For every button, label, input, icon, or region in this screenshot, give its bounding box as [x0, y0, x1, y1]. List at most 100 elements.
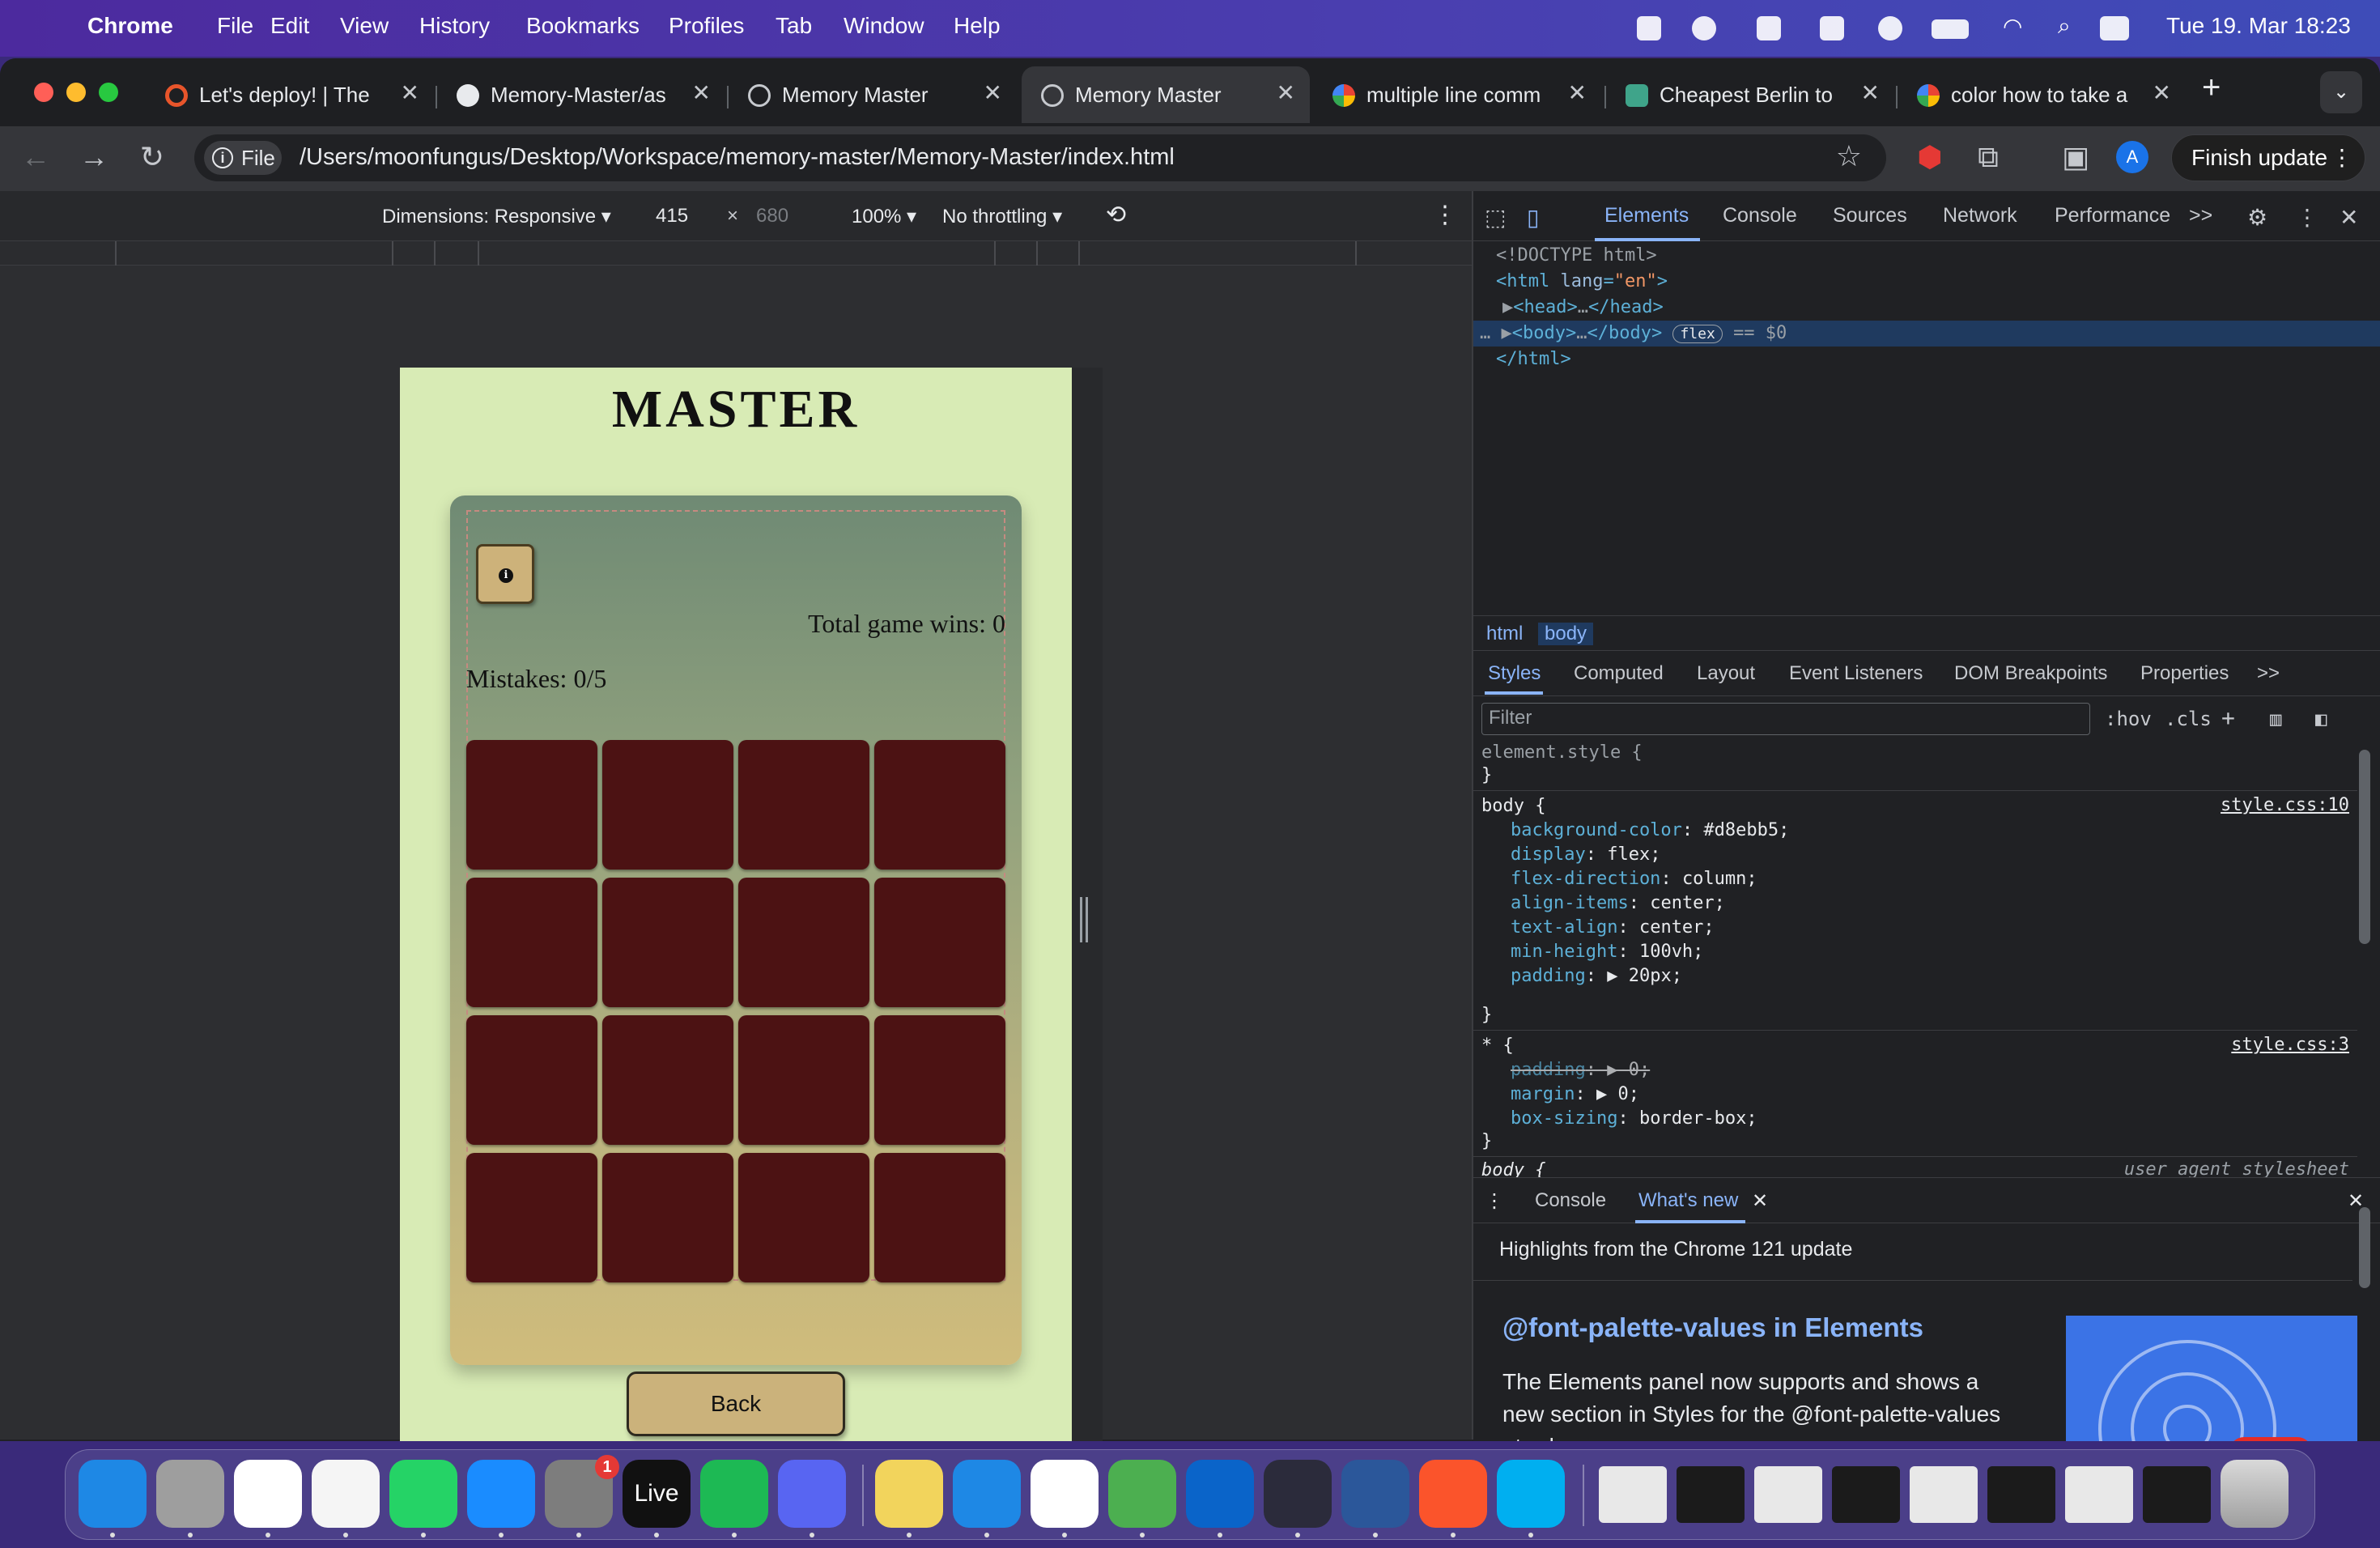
- close-devtools-icon[interactable]: ✕: [2340, 204, 2358, 231]
- feature-video-thumbnail[interactable]: [2066, 1316, 2357, 1441]
- tab-4[interactable]: multiple line comm ✕: [1313, 66, 1601, 123]
- forward-arrow-icon[interactable]: →: [74, 138, 113, 176]
- device-options-icon[interactable]: ⋮: [1433, 201, 1457, 229]
- expand-triangle-icon[interactable]: ▶: [1502, 297, 1513, 317]
- info-button[interactable]: i: [476, 544, 534, 604]
- css-declaration[interactable]: padding: ▶ 0;: [1511, 1059, 1650, 1082]
- close-window-button[interactable]: [34, 83, 53, 102]
- menu-help[interactable]: Help: [954, 13, 1001, 39]
- memory-card[interactable]: [738, 1153, 869, 1282]
- throttling-dropdown[interactable]: No throttling ▾: [942, 205, 1062, 228]
- memory-card[interactable]: [602, 1153, 733, 1282]
- css-property-name[interactable]: flex-direction: [1511, 869, 1660, 889]
- app-status-icon[interactable]: [1757, 16, 1781, 40]
- star-rule-source-link[interactable]: style.css:3: [2231, 1035, 2349, 1055]
- hov-toggle[interactable]: :hov: [2105, 708, 2152, 730]
- search-icon[interactable]: ⌕: [2058, 13, 2071, 40]
- slack-icon[interactable]: [1031, 1460, 1099, 1528]
- minimized-window-thumbnail[interactable]: [2143, 1466, 2211, 1523]
- menu-edit[interactable]: Edit: [270, 13, 309, 39]
- width-input[interactable]: 415: [656, 205, 688, 228]
- zoom-dropdown[interactable]: 100% ▾: [852, 205, 916, 228]
- spotify-icon[interactable]: [700, 1460, 768, 1528]
- css-property-value[interactable]: ▶ 20px;: [1607, 966, 1682, 986]
- paint-brush-icon[interactable]: ▥: [2270, 708, 2281, 730]
- trash-icon[interactable]: [2221, 1460, 2289, 1528]
- outlook-status-icon[interactable]: [1820, 16, 1844, 40]
- word-icon[interactable]: [1341, 1460, 1409, 1528]
- css-property-name[interactable]: text-align: [1511, 917, 1617, 938]
- tab-sources[interactable]: Sources: [1833, 204, 1907, 228]
- more-subtabs-icon[interactable]: >>: [2257, 662, 2280, 685]
- memory-card[interactable]: [466, 1153, 597, 1282]
- tab-network[interactable]: Network: [1943, 204, 2017, 228]
- memory-card[interactable]: [602, 878, 733, 1007]
- css-declaration[interactable]: padding: ▶ 20px;: [1511, 965, 1682, 988]
- memory-card[interactable]: [466, 740, 597, 870]
- battery-icon[interactable]: [1932, 19, 1969, 39]
- extensions-puzzle-icon[interactable]: ⧉: [1969, 138, 2008, 176]
- subtab-computed[interactable]: Computed: [1574, 662, 1664, 685]
- dom-body-selected[interactable]: … ▶<body>…</body> flex == $0: [1473, 321, 2380, 347]
- menu-history[interactable]: History: [419, 13, 490, 39]
- minimized-window-thumbnail[interactable]: [1832, 1466, 1900, 1523]
- height-input[interactable]: 680: [756, 205, 788, 228]
- close-tab-icon[interactable]: ✕: [692, 79, 711, 106]
- notes-icon[interactable]: [312, 1460, 380, 1528]
- menu-window[interactable]: Window: [844, 13, 924, 39]
- memory-card[interactable]: [874, 878, 1005, 1007]
- memory-card[interactable]: [738, 1015, 869, 1145]
- tab-6[interactable]: color how to take a ✕: [1898, 66, 2186, 123]
- control-center-icon[interactable]: [2100, 16, 2129, 40]
- device-toggle-icon[interactable]: ▯: [1527, 204, 1539, 231]
- side-panel-icon[interactable]: ▣: [2056, 138, 2095, 176]
- play-status-icon[interactable]: [1878, 16, 1902, 40]
- appstore-icon[interactable]: [467, 1460, 535, 1528]
- terminal-icon[interactable]: [1264, 1460, 1332, 1528]
- css-property-value[interactable]: border-box;: [1639, 1108, 1757, 1129]
- vscode-icon[interactable]: [953, 1460, 1021, 1528]
- youtube-play-icon[interactable]: [2229, 1437, 2312, 1441]
- memory-card[interactable]: [602, 740, 733, 870]
- devtools-menu-icon[interactable]: ⋮: [2296, 204, 2318, 231]
- menu-view[interactable]: View: [340, 13, 389, 39]
- kebab-menu-icon[interactable]: ⋮: [2331, 135, 2353, 181]
- subtab-layout[interactable]: Layout: [1697, 662, 1755, 685]
- checkmark-status-icon[interactable]: [1637, 16, 1661, 40]
- zoom-window-button[interactable]: [99, 83, 118, 102]
- collapsed-ellipsis[interactable]: …: [1578, 297, 1588, 317]
- menu-file[interactable]: File: [217, 13, 253, 39]
- address-bar[interactable]: i File /Users/moonfungus/Desktop/Workspa…: [194, 134, 1886, 181]
- tab-2[interactable]: Memory Master ✕: [729, 66, 1017, 123]
- css-property-name[interactable]: background-color: [1511, 820, 1682, 840]
- cls-toggle[interactable]: .cls: [2165, 708, 2212, 730]
- close-whats-new-icon[interactable]: ✕: [1752, 1189, 1768, 1213]
- drawer-tab-whats-new[interactable]: What's new: [1638, 1189, 1738, 1212]
- styles-scrollbar[interactable]: [2359, 750, 2370, 944]
- close-tab-icon[interactable]: ✕: [1277, 79, 1295, 106]
- close-tab-icon[interactable]: ✕: [1861, 79, 1880, 106]
- memory-card[interactable]: [466, 1015, 597, 1145]
- dimensions-dropdown[interactable]: Dimensions: Responsive ▾: [382, 205, 611, 228]
- tab-performance[interactable]: Performance: [2055, 204, 2170, 228]
- dom-head[interactable]: ▶<head>…</head>: [1473, 295, 2380, 321]
- minimize-window-button[interactable]: [66, 83, 86, 102]
- finish-update-button[interactable]: Finish update ⋮: [2171, 134, 2365, 181]
- subtab-event-listeners[interactable]: Event Listeners: [1789, 662, 1923, 685]
- css-property-name[interactable]: min-height: [1511, 942, 1617, 962]
- menu-tab[interactable]: Tab: [776, 13, 812, 39]
- reload-icon[interactable]: ↻: [133, 138, 172, 176]
- css-property-name[interactable]: box-sizing: [1511, 1108, 1617, 1129]
- tab-console[interactable]: Console: [1723, 204, 1797, 228]
- css-property-name[interactable]: margin: [1511, 1084, 1575, 1104]
- close-tab-icon[interactable]: ✕: [401, 79, 419, 106]
- row-ellipsis[interactable]: …: [1480, 323, 1490, 343]
- css-declaration[interactable]: flex-direction: column;: [1511, 868, 1757, 891]
- close-tab-icon[interactable]: ✕: [2153, 79, 2171, 106]
- menu-clock[interactable]: Tue 19. Mar 18:23: [2166, 13, 2351, 39]
- css-property-name[interactable]: padding: [1511, 1060, 1586, 1080]
- crumb-body[interactable]: body: [1538, 623, 1594, 645]
- css-property-value[interactable]: center;: [1639, 917, 1715, 938]
- profile-avatar[interactable]: A: [2116, 141, 2148, 173]
- drawer-scrollbar[interactable]: [2359, 1207, 2370, 1288]
